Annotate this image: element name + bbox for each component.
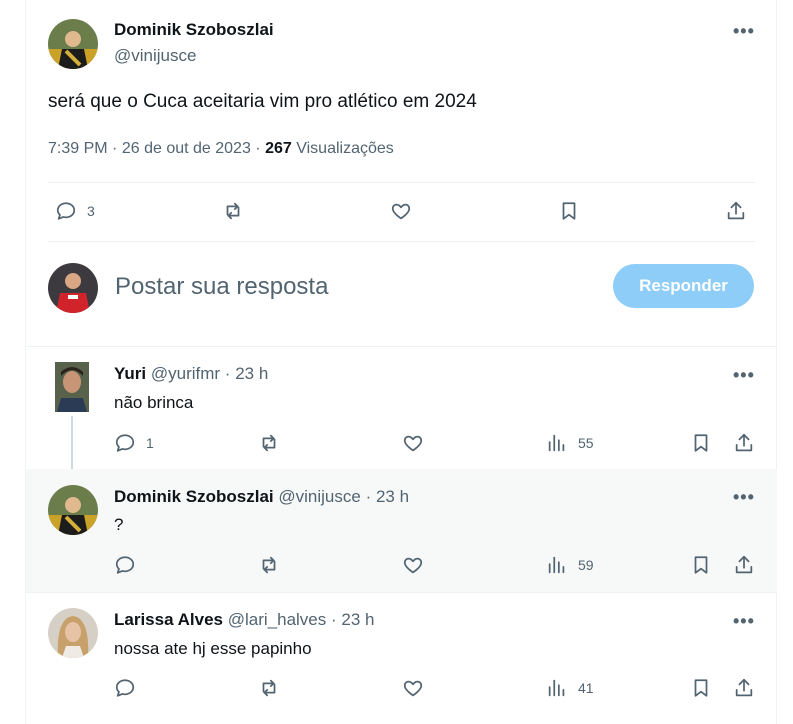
reply-button[interactable] [114,677,136,699]
reply-age[interactable]: 23 h [235,364,268,383]
reply-avatar[interactable] [48,485,98,535]
reply-button[interactable] [114,554,136,576]
bookmark-button[interactable] [558,200,580,222]
share-button[interactable] [733,554,755,576]
reply-icon [115,679,135,697]
reply-author-name[interactable]: Larissa Alves [114,610,223,629]
bookmark-icon [562,202,576,220]
reply-icon [115,556,135,574]
heart-icon [403,680,423,697]
bookmark-icon [694,679,708,697]
author-handle[interactable]: @vinijusce [114,46,196,66]
reply-avatar[interactable] [55,362,89,412]
repost-button[interactable] [258,432,280,454]
repost-icon [262,434,276,452]
reply-button[interactable]: 1 [114,432,154,454]
reply-header: Yuri @yurifmr · 23 h [114,364,268,384]
reply-age[interactable]: 23 h [341,610,374,629]
views-count[interactable]: 267 [265,140,292,157]
tweet-meta: 7:39 PM · 26 de out de 2023 · 267 Visual… [48,140,394,158]
reply-header: Dominik Szoboszlai @vinijusce · 23 h [114,487,409,507]
reply-icon [56,202,76,220]
share-icon [735,555,753,574]
reply-button[interactable]: 3 [55,200,95,222]
tweet-text: será que o Cuca aceitaria vim pro atléti… [48,91,477,112]
current-user-avatar[interactable] [48,263,98,313]
share-button[interactable] [733,432,755,454]
divider [26,592,777,593]
reply-input[interactable]: Postar sua resposta [115,273,328,301]
reply-submit-button[interactable]: Responder [613,264,754,308]
analytics-icon [548,434,565,452]
separator: · [331,610,337,629]
reply-author-handle[interactable]: @lari_halves [228,610,327,629]
views-count: 55 [578,435,594,451]
views-button[interactable]: 41 [546,677,594,699]
repost-button[interactable] [258,554,280,576]
repost-icon [262,556,276,574]
reply-author-handle[interactable]: @vinijusce [278,487,360,506]
more-options-icon[interactable]: ••• [733,365,755,386]
reply-author-name[interactable]: Dominik Szoboszlai [114,487,274,506]
reply-text: ? [114,515,124,534]
reply-count: 3 [87,203,95,219]
tweet-date[interactable]: 26 de out de 2023 [122,140,251,157]
share-button[interactable] [725,200,747,222]
heart-icon [403,557,423,574]
reply-header: Larissa Alves @lari_halves · 23 h [114,610,375,630]
repost-button[interactable] [222,200,244,222]
analytics-icon [548,679,565,697]
share-icon [735,678,753,697]
bookmark-button[interactable] [690,432,712,454]
author-name[interactable]: Dominik Szoboszlai [114,20,274,40]
like-button[interactable] [402,677,424,699]
divider [48,241,756,242]
bookmark-button[interactable] [690,677,712,699]
analytics-icon [548,556,565,574]
like-button[interactable] [402,554,424,576]
views-count: 59 [578,557,594,573]
bookmark-button[interactable] [690,554,712,576]
separator: · [255,140,261,157]
reply-text: não brinca [114,393,194,412]
share-icon [735,433,753,452]
author-avatar[interactable] [48,19,98,69]
bookmark-icon [694,434,708,452]
bookmark-icon [694,556,708,574]
reply-count: 1 [146,435,154,451]
repost-icon [226,202,240,220]
repost-icon [262,679,276,697]
share-icon [727,201,745,220]
separator: · [224,364,231,383]
heart-icon [391,203,411,220]
share-button[interactable] [733,677,755,699]
like-button[interactable] [402,432,424,454]
separator: · [112,140,118,157]
divider [48,182,756,183]
more-options-icon[interactable]: ••• [733,487,755,508]
reply-age[interactable]: 23 h [376,487,409,506]
more-options-icon[interactable]: ••• [733,611,755,632]
reply-avatar[interactable] [48,608,98,658]
views-label[interactable]: Visualizações [296,140,394,157]
tweet-time[interactable]: 7:39 PM [48,140,108,157]
like-button[interactable] [390,200,412,222]
views-button[interactable]: 55 [546,432,594,454]
reply-author-name[interactable]: Yuri [114,364,146,383]
reply-author-handle[interactable]: @yurifmr [151,364,220,383]
reply-text: nossa ate hj esse papinho [114,639,312,658]
repost-button[interactable] [258,677,280,699]
heart-icon [403,435,423,452]
reply-icon [115,434,135,452]
views-button[interactable]: 59 [546,554,594,576]
views-count: 41 [578,680,594,696]
more-options-icon[interactable]: ••• [733,21,755,42]
separator: · [365,487,372,506]
